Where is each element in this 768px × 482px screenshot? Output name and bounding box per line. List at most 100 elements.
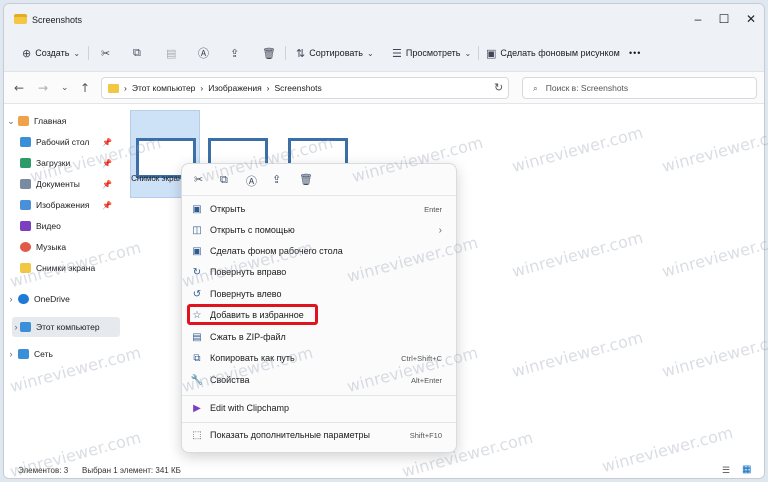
tiles-view-icon[interactable]: ▦	[742, 464, 751, 475]
sidebar-item-onedrive[interactable]: › OneDrive	[4, 289, 120, 309]
network-icon	[18, 349, 29, 359]
music-icon	[20, 242, 31, 252]
cut-icon[interactable]: ✂	[101, 45, 110, 61]
menu-item-compress-zip[interactable]: ▤ Сжать в ZIP-файл	[186, 327, 452, 347]
sidebar-item-label: Загрузки	[36, 158, 71, 168]
chevron-down-icon: ⌄	[73, 48, 81, 58]
share-icon[interactable]: ⇪	[230, 45, 239, 61]
chevron-down-icon: ⌄	[367, 48, 374, 58]
copy-icon[interactable]: ⧉	[220, 173, 228, 187]
breadcrumb-separator: ›	[124, 83, 127, 93]
chevron-right-icon: ›	[9, 349, 13, 359]
details-view-icon[interactable]: ☰	[722, 465, 730, 476]
close-button[interactable]: ✕	[737, 10, 764, 28]
menu-item-label: Повернуть вправо	[210, 267, 287, 277]
rotate-left-icon: ↺	[192, 288, 202, 300]
sidebar-item-downloads[interactable]: Загрузки 📌	[4, 153, 120, 173]
menu-item-shortcut: Alt+Enter	[410, 375, 442, 385]
sidebar-item-label: Изображения	[36, 200, 90, 210]
more-options-button[interactable]: •••	[629, 45, 641, 61]
sidebar-item-label: Рабочий стол	[36, 137, 90, 147]
back-arrow-icon[interactable]: ←	[14, 81, 24, 95]
sidebar-item-pictures[interactable]: Изображения 📌	[4, 195, 120, 215]
sidebar-item-home[interactable]: ⌄ Главная	[4, 111, 120, 131]
menu-item-label: Показать дополнительные параметры	[210, 430, 370, 440]
menu-item-rotate-right[interactable]: ↻ Повернуть вправо	[186, 262, 452, 282]
menu-item-shortcut: Enter	[424, 204, 442, 214]
wallpaper-icon: ▣	[192, 245, 202, 257]
share-icon[interactable]: ⇪	[272, 173, 281, 186]
command-bar: ⊕ Создать ⌄ ✂ ⧉ ▤ Ⓐ ⇪ 🗑 ⇅ Сортировать ⌄ …	[4, 34, 764, 72]
menu-item-label: Свойства	[210, 375, 250, 385]
delete-icon[interactable]: 🗑	[299, 173, 313, 186]
paste-icon[interactable]: ▤	[166, 45, 176, 61]
create-label: Создать	[35, 48, 70, 58]
menu-item-edit-clipchamp[interactable]: ▶ Edit with Clipchamp	[186, 398, 452, 418]
copy-icon[interactable]: ⧉	[133, 45, 141, 61]
maximize-button[interactable]: ☐	[710, 10, 738, 28]
documents-icon	[20, 179, 31, 189]
sidebar-item-videos[interactable]: Видео	[4, 216, 120, 236]
image-icon: ▣	[192, 203, 202, 215]
sort-label: Сортировать	[309, 48, 363, 58]
cut-icon[interactable]: ✂	[194, 173, 203, 186]
plus-circle-icon: ⊕	[22, 46, 32, 60]
menu-item-copy-as-path[interactable]: ⧉ Копировать как путь Ctrl+Shift+C	[186, 348, 452, 368]
breadcrumb-screenshots[interactable]: Screenshots	[275, 83, 322, 93]
set-wallpaper-button[interactable]: ▣ Сделать фоновым рисунком	[486, 45, 620, 61]
wallpaper-label: Сделать фоновым рисунком	[500, 48, 620, 58]
sidebar-item-label: Снимки экрана	[36, 263, 96, 273]
toolbar-divider	[285, 46, 286, 60]
home-icon	[18, 116, 29, 126]
sidebar-item-network[interactable]: › Сеть	[4, 344, 120, 364]
wrench-icon: 🔧	[190, 374, 204, 386]
menu-item-open-with[interactable]: ◫ Открыть с помощью ›	[186, 220, 452, 240]
sidebar-item-screenshots[interactable]: Снимки экрана	[4, 258, 120, 278]
status-bar: Элементов: 3 Выбран 1 элемент: 341 КБ ☰ …	[4, 461, 764, 478]
clipchamp-icon: ▶	[193, 402, 201, 414]
menu-item-label: Повернуть влево	[210, 289, 282, 299]
folder-icon	[20, 263, 31, 273]
menu-item-rotate-left[interactable]: ↺ Повернуть влево	[186, 284, 452, 304]
navigation-pane: ⌄ Главная Рабочий стол 📌 Загрузки 📌 Доку…	[4, 104, 122, 461]
minimize-button[interactable]: –	[684, 10, 712, 28]
sidebar-item-label: Документы	[36, 179, 80, 189]
sidebar-item-documents[interactable]: Документы 📌	[4, 174, 120, 194]
rename-icon[interactable]: Ⓐ	[198, 45, 209, 61]
menu-item-set-wallpaper[interactable]: ▣ Сделать фоном рабочего стола	[186, 241, 452, 261]
folder-icon	[108, 83, 119, 93]
delete-icon[interactable]: 🗑	[262, 45, 276, 61]
breadcrumb-this-pc[interactable]: Этот компьютер	[132, 83, 196, 93]
address-row: ← → ⌄ ↑ › Этот компьютер › Изображения ›…	[4, 72, 764, 104]
up-arrow-icon[interactable]: ↑	[80, 81, 90, 95]
sort-icon: ⇅	[296, 46, 306, 60]
more-options-icon: ⬚	[192, 429, 202, 441]
open-with-icon: ◫	[192, 224, 202, 236]
menu-item-show-more-options[interactable]: ⬚ Показать дополнительные параметры Shif…	[186, 425, 452, 445]
sidebar-item-desktop[interactable]: Рабочий стол 📌	[4, 132, 120, 152]
pin-icon: 📌	[102, 137, 112, 147]
view-button[interactable]: ☰ Просмотреть ⌄	[392, 45, 471, 61]
search-input[interactable]: ⌕ Поиск в: Screenshots	[522, 77, 757, 99]
chevron-right-icon: ›	[14, 322, 18, 332]
desktop-icon	[20, 137, 31, 147]
menu-item-shortcut: Shift+F10	[409, 430, 442, 440]
menu-item-open[interactable]: ▣ Открыть Enter	[186, 199, 452, 219]
forward-arrow-icon[interactable]: →	[38, 81, 48, 95]
create-button[interactable]: ⊕ Создать ⌄	[22, 45, 80, 61]
pictures-icon	[20, 200, 31, 210]
menu-item-shortcut: Ctrl+Shift+C	[401, 353, 442, 363]
address-bar[interactable]: › Этот компьютер › Изображения › Screens…	[101, 77, 509, 99]
recent-chevron-icon[interactable]: ⌄	[61, 83, 69, 93]
menu-item-label: Открыть	[210, 204, 246, 214]
rename-icon[interactable]: Ⓐ	[246, 173, 257, 189]
refresh-icon[interactable]: ↻	[494, 81, 503, 94]
computer-icon	[20, 322, 31, 332]
breadcrumb-pictures[interactable]: Изображения	[208, 83, 261, 93]
sidebar-item-this-pc[interactable]: › Этот компьютер	[12, 317, 120, 337]
sort-button[interactable]: ⇅ Сортировать ⌄	[296, 45, 374, 61]
sidebar-item-label: Сеть	[34, 349, 53, 359]
view-label: Просмотреть	[405, 48, 461, 58]
menu-item-properties[interactable]: 🔧 Свойства Alt+Enter	[186, 370, 452, 390]
sidebar-item-music[interactable]: Музыка	[4, 237, 120, 257]
